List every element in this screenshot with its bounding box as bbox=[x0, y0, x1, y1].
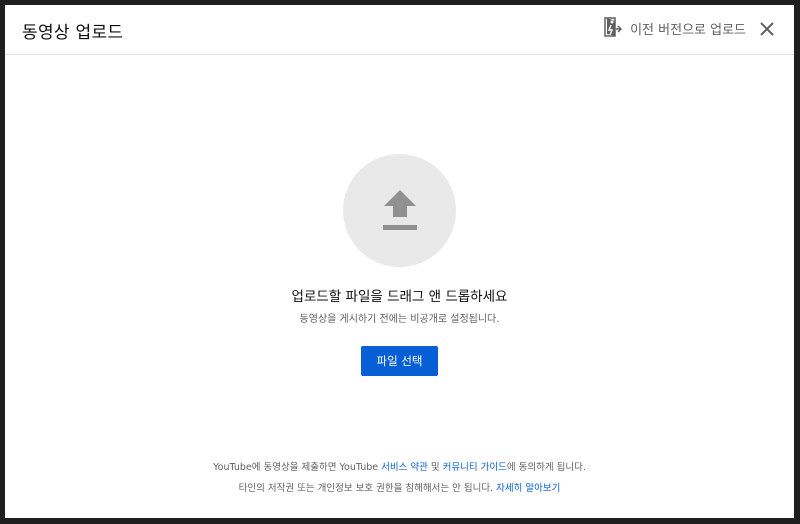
upload-subline: 동영상을 게시하기 전에는 비공개로 설정됩니다. bbox=[299, 314, 500, 325]
close-button[interactable] bbox=[757, 19, 777, 39]
legacy-upload-icon bbox=[604, 17, 623, 39]
legal-text-and: 및 bbox=[427, 462, 443, 473]
dialog-header: 동영상 업로드 이전 버전으로 업로드 bbox=[5, 5, 794, 55]
upload-dialog: 동영상 업로드 이전 버전으로 업로드 업로드할 파일을 드래그 앤 드롭하세요… bbox=[5, 5, 794, 518]
copyright-notice: 타인의 저작권 또는 개인정보 보호 권한을 침해해서는 안 됩니다. bbox=[238, 483, 497, 494]
learn-more-link[interactable]: 자세히 알아보기 bbox=[496, 483, 560, 494]
legal-text-suffix: 에 동의하게 됩니다. bbox=[506, 462, 586, 473]
dialog-body: 업로드할 파일을 드래그 앤 드롭하세요 동영상을 게시하기 전에는 비공개로 … bbox=[5, 55, 794, 517]
legal-line-2: 타인의 저작권 또는 개인정보 보호 권한을 침해해서는 안 됩니다. 자세히 … bbox=[5, 478, 794, 499]
terms-of-service-link[interactable]: 서비스 약관 bbox=[381, 462, 428, 473]
upload-drop-zone[interactable] bbox=[343, 154, 456, 267]
legal-text-prefix: YouTube에 동영상을 제출하면 YouTube bbox=[213, 462, 382, 473]
legal-footer: YouTube에 동영상을 제출하면 YouTube 서비스 약관 및 커뮤니티… bbox=[5, 457, 794, 499]
community-guidelines-link[interactable]: 커뮤니티 가이드 bbox=[443, 462, 507, 473]
legacy-upload-button[interactable]: 이전 버전으로 업로드 bbox=[604, 17, 746, 39]
legal-line-1: YouTube에 동영상을 제출하면 YouTube 서비스 약관 및 커뮤니티… bbox=[5, 457, 794, 478]
legacy-upload-label: 이전 버전으로 업로드 bbox=[630, 22, 746, 38]
dialog-title: 동영상 업로드 bbox=[22, 23, 124, 43]
select-files-button[interactable]: 파일 선택 bbox=[361, 346, 438, 376]
close-icon bbox=[760, 22, 774, 36]
upload-headline: 업로드할 파일을 드래그 앤 드롭하세요 bbox=[291, 289, 508, 305]
upload-arrow-icon bbox=[383, 190, 417, 230]
